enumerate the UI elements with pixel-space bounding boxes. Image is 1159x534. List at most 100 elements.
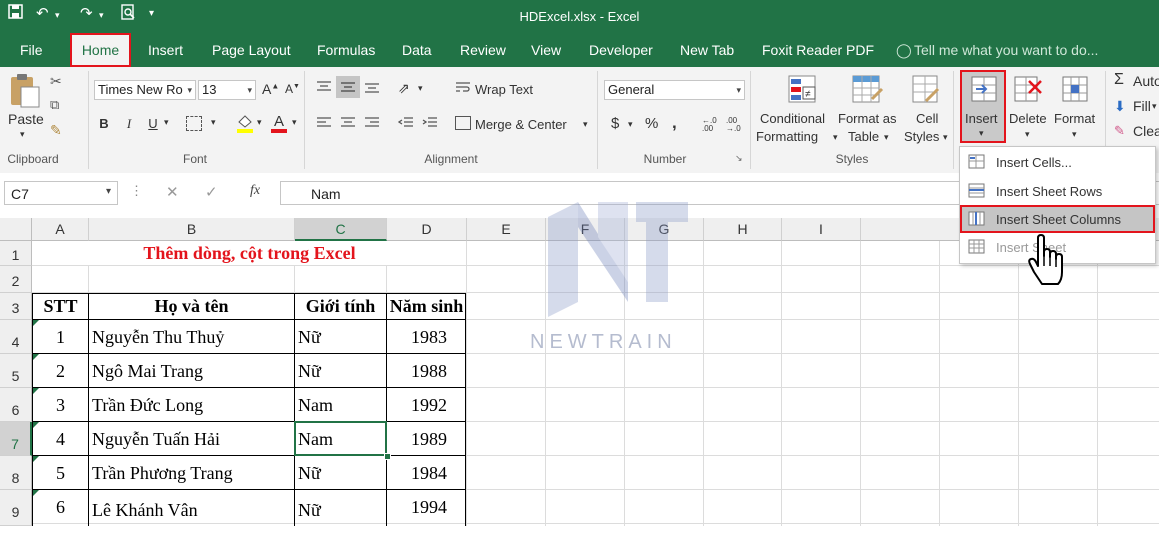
conditional-formatting-label-1[interactable]: Conditional — [760, 111, 825, 126]
autosum-button[interactable]: Auto — [1133, 73, 1159, 89]
header-stt[interactable]: STT — [33, 296, 88, 317]
wrap-text-button[interactable]: Wrap Text — [475, 82, 533, 97]
font-color-dropdown-icon[interactable]: ▾ — [292, 117, 297, 128]
cell-stt[interactable]: 5 — [33, 463, 88, 484]
column-header-b[interactable]: B — [89, 218, 295, 241]
tab-insert[interactable]: Insert — [148, 42, 183, 58]
conditional-formatting-icon[interactable]: ≠ — [788, 75, 818, 105]
row-header-8[interactable]: 8 — [0, 456, 32, 490]
align-center-icon[interactable] — [340, 116, 356, 130]
cell-stt[interactable]: 3 — [33, 395, 88, 416]
cell-birth-year[interactable]: 1988 — [387, 361, 447, 382]
align-left-icon[interactable] — [316, 116, 332, 130]
cell-name[interactable]: Trần Đức Long — [92, 395, 203, 416]
fill-icon[interactable]: ⬇ — [1114, 98, 1126, 115]
tab-foxit-reader-pdf[interactable]: Foxit Reader PDF — [762, 42, 874, 58]
cell-stt[interactable]: 4 — [33, 429, 88, 450]
cell-name[interactable]: Nguyễn Tuấn Hải — [92, 429, 220, 450]
header-gender[interactable]: Giới tính — [295, 296, 386, 317]
tell-me-search[interactable]: Tell me what you want to do... — [914, 42, 1098, 58]
fill-color-dropdown-icon[interactable]: ▾ — [257, 117, 262, 128]
cut-icon[interactable]: ✂ — [50, 73, 62, 90]
bold-button[interactable]: B — [94, 114, 114, 134]
dialog-launcher-icon[interactable]: ↘ — [735, 153, 743, 164]
row-header-2[interactable]: 2 — [0, 266, 32, 293]
fill-dropdown-icon[interactable]: ▾ — [1152, 101, 1157, 112]
italic-button[interactable]: I — [119, 114, 139, 134]
autosum-icon[interactable]: Σ — [1114, 71, 1124, 89]
tab-home[interactable]: Home — [70, 33, 131, 67]
row-header-6[interactable]: 6 — [0, 388, 32, 422]
font-name-combo[interactable]: Times New Ro ▾ — [94, 80, 196, 100]
align-right-icon[interactable] — [364, 116, 380, 130]
currency-button[interactable]: $ — [611, 115, 619, 132]
merge-center-button[interactable]: Merge & Center — [475, 117, 567, 132]
borders-dropdown-icon[interactable]: ▾ — [211, 117, 216, 128]
tab-formulas[interactable]: Formulas — [317, 42, 375, 58]
comma-button[interactable]: , — [672, 113, 677, 133]
row-header-3[interactable]: 3 — [0, 293, 32, 320]
orientation-dropdown-icon[interactable]: ▾ — [418, 83, 423, 94]
column-header-a[interactable]: A — [32, 218, 89, 241]
column-header-i[interactable]: I — [782, 218, 861, 241]
format-as-table-label-1[interactable]: Format as — [838, 111, 897, 126]
increase-indent-icon[interactable] — [422, 116, 438, 130]
menu-insert-sheet-rows[interactable]: Insert Sheet Rows — [960, 178, 1155, 205]
menu-insert-sheet-columns[interactable]: Insert Sheet Columns — [960, 205, 1155, 233]
cell-name[interactable]: Ngô Mai Trang — [92, 361, 203, 382]
merge-dropdown-icon[interactable]: ▾ — [583, 119, 588, 130]
format-table-dropdown-icon[interactable]: ▾ — [884, 132, 889, 143]
cell-gender[interactable]: Nữ — [298, 327, 321, 348]
top-align-icon[interactable] — [316, 80, 332, 94]
format-as-table-icon[interactable] — [852, 75, 884, 105]
delete-cells-icon[interactable] — [1013, 75, 1043, 103]
paste-dropdown-icon[interactable]: ▾ — [20, 129, 25, 140]
sheet-title[interactable]: Thêm dòng, cột trong Excel — [33, 243, 466, 264]
merge-center-icon[interactable] — [455, 116, 471, 130]
row-header-5[interactable]: 5 — [0, 354, 32, 388]
cell-name[interactable]: Trần Phương Trang — [92, 463, 233, 484]
header-name[interactable]: Họ và tên — [89, 296, 294, 317]
increase-decimal-icon[interactable]: ←.0.00 — [702, 117, 717, 133]
row-header-4[interactable]: 4 — [0, 320, 32, 354]
shrink-font-icon[interactable]: A▼ — [285, 82, 300, 96]
fill-button[interactable]: Fill — [1133, 98, 1151, 114]
format-cells-icon[interactable] — [1061, 75, 1089, 103]
tab-review[interactable]: Review — [460, 42, 506, 58]
format-painter-icon[interactable]: ✎ — [50, 122, 62, 139]
percent-button[interactable]: % — [645, 115, 658, 132]
menu-insert-cells[interactable]: Insert Cells... — [960, 149, 1155, 176]
cell-styles-icon[interactable] — [912, 75, 940, 105]
tab-developer[interactable]: Developer — [589, 42, 653, 58]
clear-button[interactable]: Clea — [1133, 123, 1159, 139]
eraser-icon[interactable]: ✎ — [1114, 123, 1125, 139]
delete-button[interactable]: Delete — [1009, 111, 1047, 126]
delete-dropdown-icon[interactable]: ▾ — [1025, 129, 1030, 140]
header-birth-year[interactable]: Năm sinh — [387, 296, 466, 317]
cell-birth-year[interactable]: 1984 — [387, 463, 447, 484]
cell-stt[interactable]: 2 — [33, 361, 88, 382]
cell-gender[interactable]: Nữ — [298, 361, 321, 382]
cancel-icon[interactable]: ✕ — [166, 183, 179, 201]
wrap-text-icon[interactable] — [455, 81, 471, 95]
borders-icon[interactable] — [186, 116, 202, 131]
copy-icon[interactable]: ⧉ — [50, 97, 59, 113]
cell-stt[interactable]: 6 — [33, 497, 88, 518]
splitter-icon[interactable]: ⋮ — [130, 183, 143, 199]
cell-gender[interactable]: Nữ — [298, 500, 321, 521]
row-header-1[interactable]: 1 — [0, 241, 32, 266]
paste-button[interactable]: Paste — [8, 111, 44, 127]
tab-file[interactable]: File — [20, 42, 43, 58]
cell-stt[interactable]: 1 — [33, 327, 88, 348]
conditional-dropdown-icon[interactable]: ▾ — [833, 132, 838, 143]
format-as-table-label-2[interactable]: Table — [848, 129, 879, 144]
decrease-decimal-icon[interactable]: .00 →.0 — [726, 117, 741, 133]
cell-gender[interactable]: Nam — [298, 395, 333, 416]
column-header-c[interactable]: C — [295, 218, 387, 241]
middle-align-icon[interactable] — [336, 76, 360, 98]
conditional-formatting-label-2[interactable]: Formatting — [756, 129, 818, 144]
font-color-icon[interactable]: A — [270, 113, 288, 133]
cell-birth-year[interactable]: 1989 — [387, 429, 447, 450]
insert-button[interactable]: Insert ▾ — [960, 70, 1006, 143]
cell-gender[interactable]: Nam — [298, 429, 333, 450]
